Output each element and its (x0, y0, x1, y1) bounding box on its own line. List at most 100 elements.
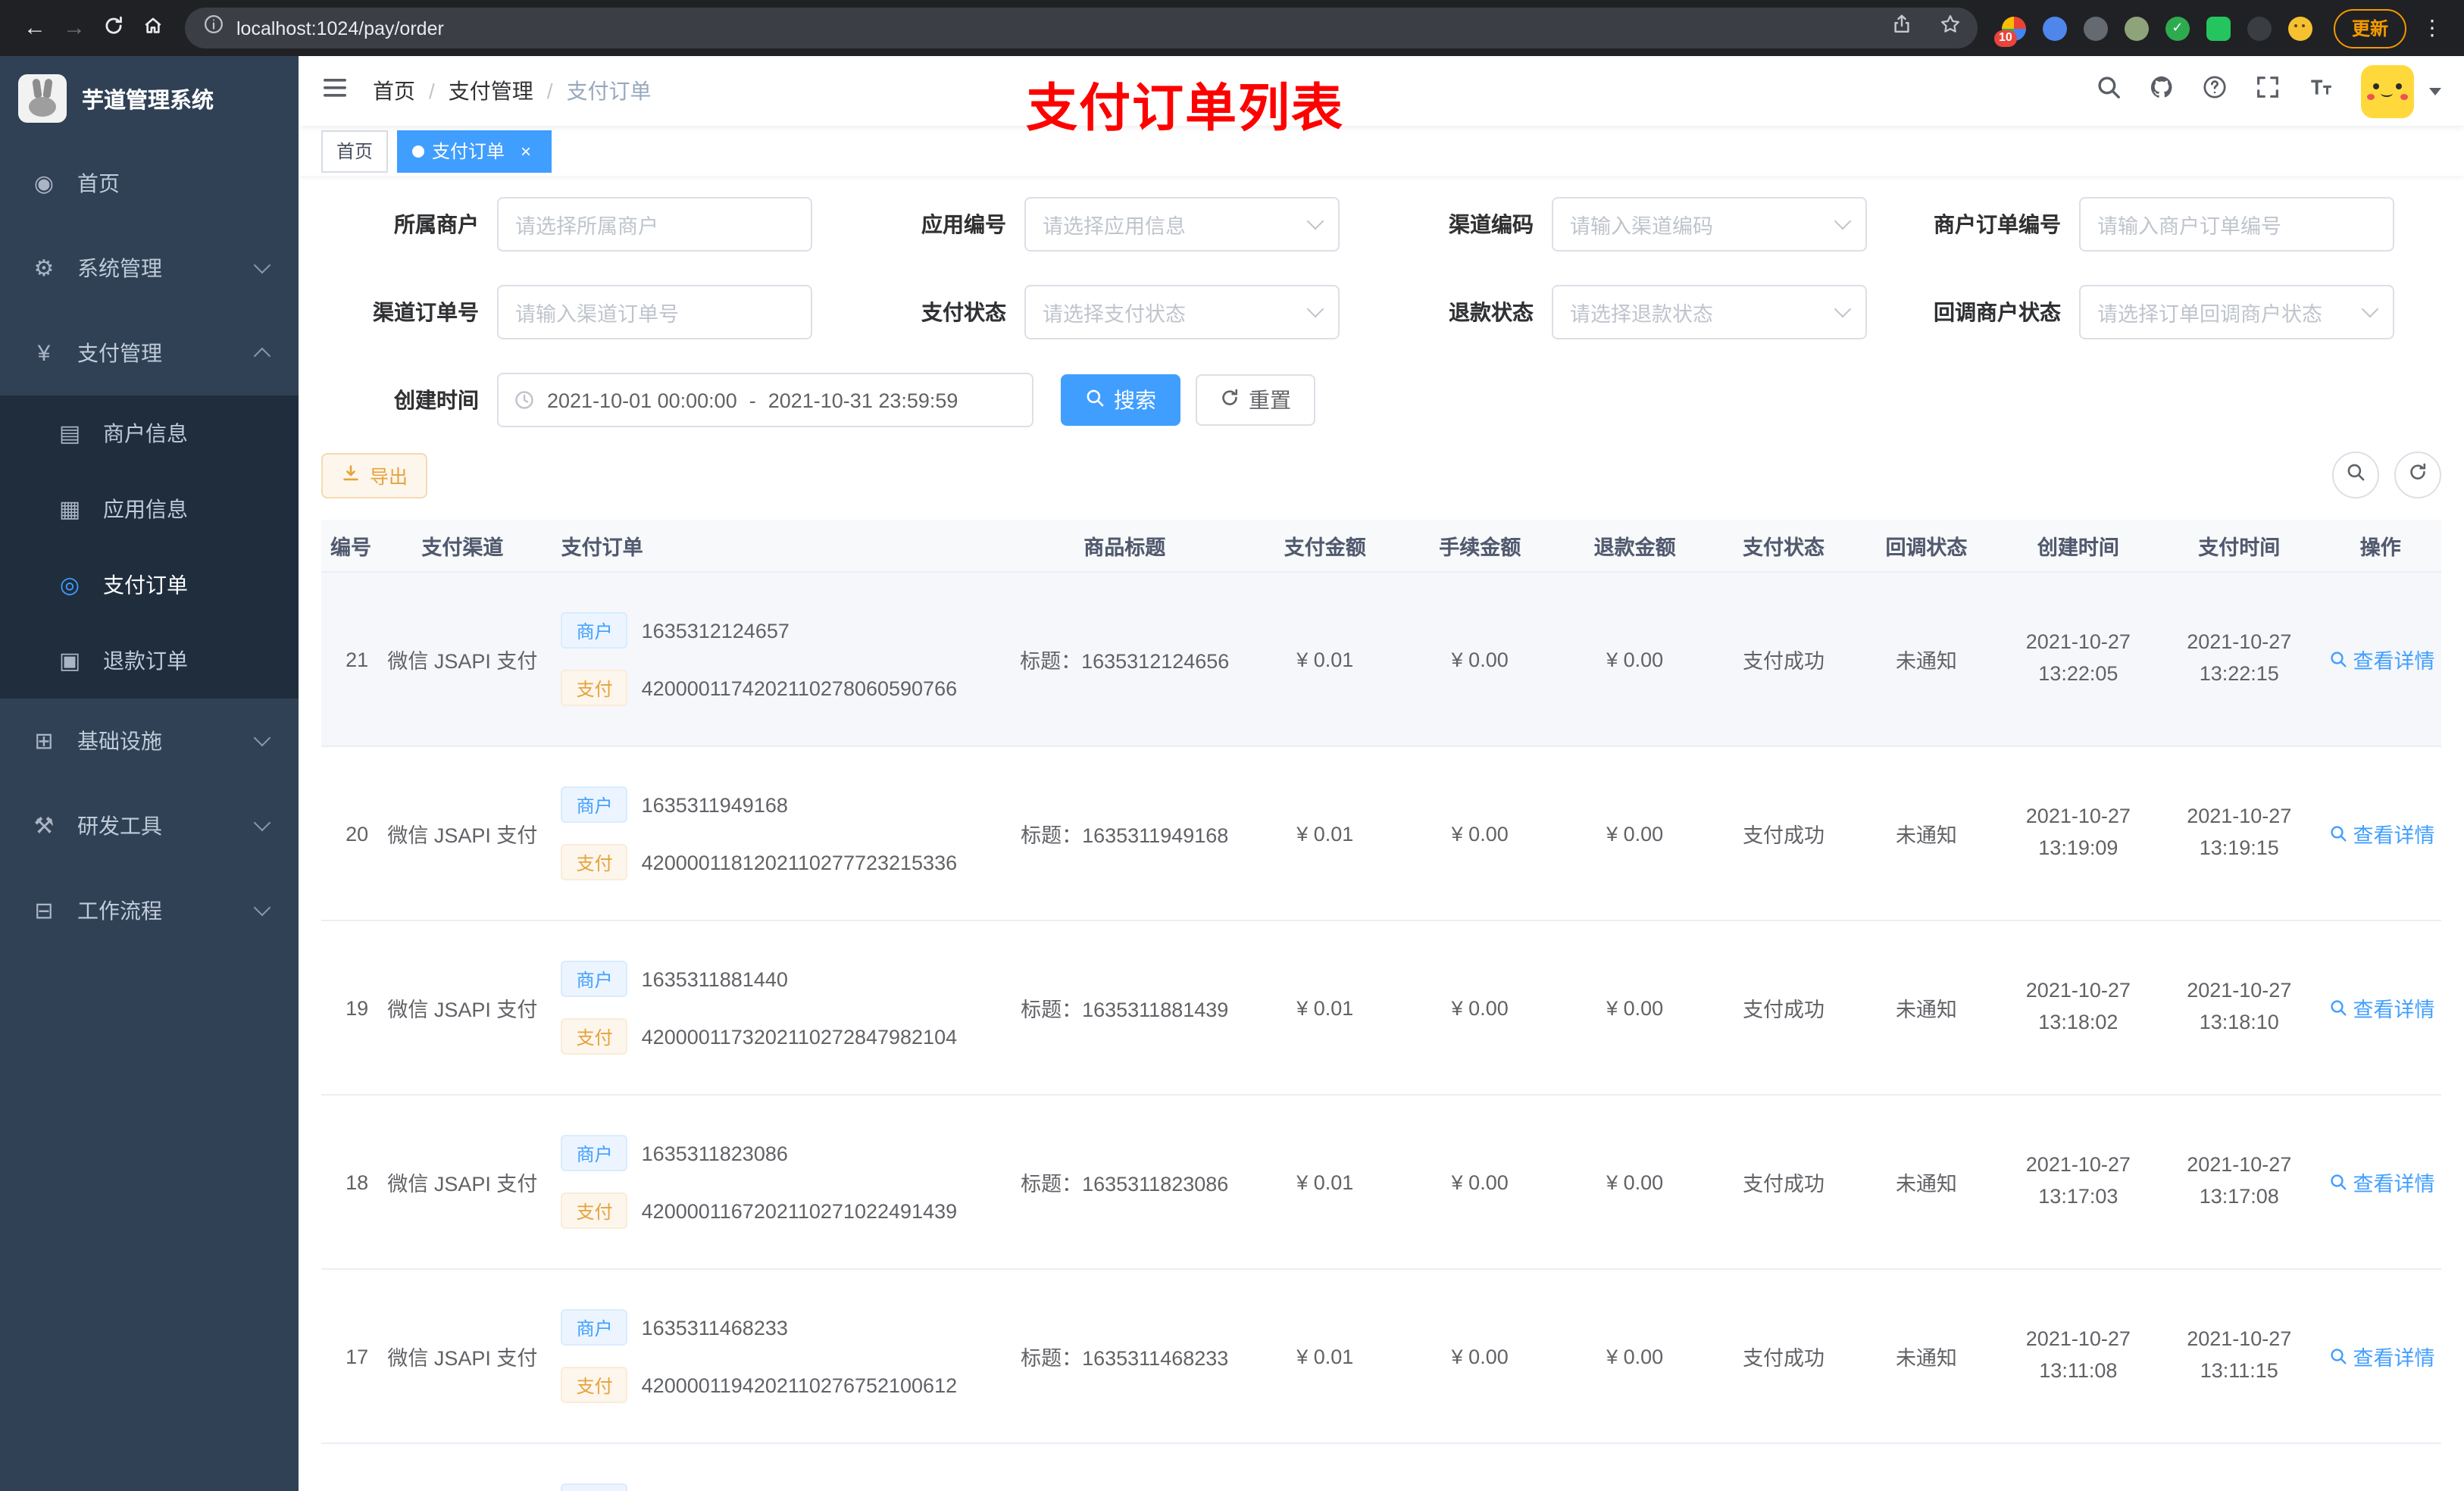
table-cell: 查看详情 (2319, 746, 2441, 921)
extension-pin-blue-icon[interactable] (2042, 16, 2067, 40)
sidebar-item-home[interactable]: ◉ 首页 (0, 141, 299, 226)
table-cell: 微信 JSAPI 支付 (373, 1269, 552, 1444)
notification-badge: 10 (1993, 30, 2017, 46)
filter-channel-code-select[interactable]: 请输入渠道编码 (1552, 197, 1867, 252)
workflow-icon: ⊟ (34, 899, 54, 924)
app-logo[interactable]: 芋道管理系统 (0, 56, 299, 141)
menu-collapse-icon[interactable] (321, 73, 349, 108)
filter-pay-status-select[interactable]: 请选择支付状态 (1024, 285, 1340, 339)
sidebar-item-devtools[interactable]: ⚒ 研发工具 (0, 783, 299, 868)
filter-merchant-order-no-input[interactable]: 请输入商户订单编号 (2079, 197, 2394, 252)
table-cell (1402, 1443, 1558, 1491)
filter-app-id-label: 应用编号 (921, 212, 1006, 236)
table-cell: 2021-10-27 13:17:08 (2159, 1095, 2320, 1270)
table-cell: 支付成功 (1712, 921, 1856, 1096)
table-row: 18 微信 JSAPI 支付 商户 1635311823086 支付 4200001167… (321, 1095, 2441, 1270)
search-button[interactable]: 搜索 (1061, 374, 1180, 426)
table-cell: 支付成功 (1712, 572, 1856, 747)
filter-merchant-order-no-label: 商户订单编号 (1934, 212, 2061, 236)
browser-update-button[interactable]: 更新 (2333, 8, 2406, 48)
table-cell: 微信 JSAPI 支付 (373, 1095, 552, 1270)
table-cell: 微信 JSAPI 支付 (373, 746, 552, 921)
view-detail-link[interactable]: 查看详情 (2329, 1341, 2435, 1371)
table-cell (2159, 1443, 2320, 1491)
extension-chat-icon[interactable] (2206, 16, 2231, 40)
column-header: 支付订单 (552, 520, 1002, 573)
close-icon[interactable]: × (515, 140, 536, 161)
filter-refund-status-select[interactable]: 请选择退款状态 (1552, 285, 1867, 339)
chevron-down-icon (253, 729, 271, 747)
reset-button[interactable]: 重置 (1196, 374, 1315, 426)
sidebar-item-app-info[interactable]: ▦ 应用信息 (0, 471, 299, 547)
table-cell: 2021-10-27 13:11:15 (2159, 1269, 2320, 1444)
table-cell (321, 1443, 374, 1491)
sidebar-item-payment[interactable]: ¥ 支付管理 (0, 311, 299, 395)
extensions-cluster: 10 ✓ (1990, 16, 2325, 46)
share-icon[interactable] (1884, 10, 1920, 46)
table-cell: 查看详情 (2319, 1095, 2441, 1270)
main: 首页 / 支付管理 / 支付订单 支付订单列表 首页 支付订单 × 所属商户 请… (299, 56, 2464, 1491)
view-detail-link[interactable]: 查看详情 (2329, 818, 2435, 849)
export-button[interactable]: 导出 (321, 452, 428, 498)
extension-dark-pin-icon[interactable] (2247, 16, 2272, 40)
filter-channel-order-no-input[interactable]: 请输入渠道订单号 (497, 285, 812, 339)
sidebar-item-workflow[interactable]: ⊟ 工作流程 (0, 868, 299, 953)
table-cell: ¥ 0.00 (1402, 1269, 1558, 1444)
sidebar-item-infrastructure[interactable]: ⊞ 基础设施 (0, 699, 299, 783)
extension-grid-icon[interactable]: 10 (1993, 16, 2026, 46)
address-bar[interactable]: localhost:1024/pay/order (185, 8, 1978, 48)
pay-tag: 支付 (561, 1367, 628, 1403)
placeholder-text: 请选择应用信息 (1043, 215, 1186, 238)
table-cell: 商户 1635311881440 支付 42000011732021102728479… (552, 921, 1002, 1096)
fullscreen-icon[interactable] (2255, 74, 2281, 108)
page-annotation: 支付订单列表 (1026, 80, 1344, 138)
help-icon[interactable] (2202, 74, 2228, 108)
table-cell: 支付成功 (1712, 1095, 1856, 1270)
create-time-range-input[interactable]: 2021-10-01 00:00:00 - 2021-10-31 23:59:5… (497, 373, 1033, 427)
table-cell: 查看详情 (2319, 921, 2441, 1096)
tab-home[interactable]: 首页 (321, 130, 389, 172)
browser-refresh-icon[interactable] (94, 8, 133, 48)
breadcrumb-home[interactable]: 首页 (373, 76, 415, 106)
filter-notify-status-select[interactable]: 请选择订单回调商户状态 (2079, 285, 2394, 339)
filter-merchant-input[interactable]: 请选择所属商户 (497, 197, 812, 252)
toggle-search-icon[interactable] (2332, 452, 2379, 499)
merchant-tag: 商户 (561, 1309, 628, 1346)
bookmark-star-icon[interactable] (1932, 10, 1968, 46)
browser-home-icon[interactable] (133, 8, 173, 48)
filter-channel-code-label: 渠道编码 (1449, 212, 1534, 236)
site-info-icon[interactable] (203, 14, 224, 42)
search-icon[interactable] (2096, 74, 2122, 108)
table-cell: ¥ 0.00 (1557, 921, 1712, 1096)
github-icon[interactable] (2149, 74, 2175, 108)
sidebar-item-merchant-info[interactable]: ▤ 商户信息 (0, 395, 299, 471)
table-cell: 未通知 (1855, 746, 1998, 921)
chevron-down-icon[interactable] (2429, 87, 2441, 95)
view-detail-link[interactable]: 查看详情 (2329, 992, 2435, 1023)
extension-gray-icon[interactable] (2083, 16, 2108, 40)
user-avatar[interactable] (2361, 64, 2414, 117)
refund-doc-icon: ▣ (58, 649, 81, 674)
extension-green-check-icon[interactable]: ✓ (2165, 16, 2190, 40)
view-detail-link[interactable]: 查看详情 (2329, 644, 2435, 674)
breadcrumb-pay-manage[interactable]: 支付管理 (449, 76, 533, 106)
tags-view: 首页 支付订单 × (299, 126, 2464, 176)
browser-back-icon[interactable]: ← (15, 8, 55, 48)
table-cell: 标题：1635311823086 (1001, 1095, 1248, 1270)
table-refresh-icon[interactable] (2394, 452, 2441, 499)
table-header-row: 编号 支付渠道 支付订单 商品标题 支付金额 手续金额 退款金额 支付状态 回调状态 创建时间 支付… (321, 520, 2441, 573)
sidebar-item-system[interactable]: ⚙ 系统管理 (0, 226, 299, 311)
sidebar-item-pay-order[interactable]: ◎ 支付订单 (0, 547, 299, 623)
sidebar-item-refund-order[interactable]: ▣ 退款订单 (0, 623, 299, 699)
browser-menu-icon[interactable]: ⋮ (2416, 15, 2449, 41)
table-cell: ¥ 0.00 (1402, 921, 1558, 1096)
profile-avatar-icon[interactable] (2287, 16, 2312, 40)
extension-sage-icon[interactable] (2124, 16, 2149, 40)
font-size-icon[interactable] (2308, 74, 2334, 108)
filter-app-id-select[interactable]: 请选择应用信息 (1024, 197, 1340, 252)
view-detail-link[interactable]: 查看详情 (2329, 1167, 2435, 1197)
tab-pay-order[interactable]: 支付订单 × (397, 130, 552, 172)
table-cell: 2021-10-27 13:22:05 (1997, 572, 2159, 747)
browser-forward-icon[interactable]: → (55, 8, 94, 48)
app-grid-icon: ▦ (58, 497, 81, 523)
